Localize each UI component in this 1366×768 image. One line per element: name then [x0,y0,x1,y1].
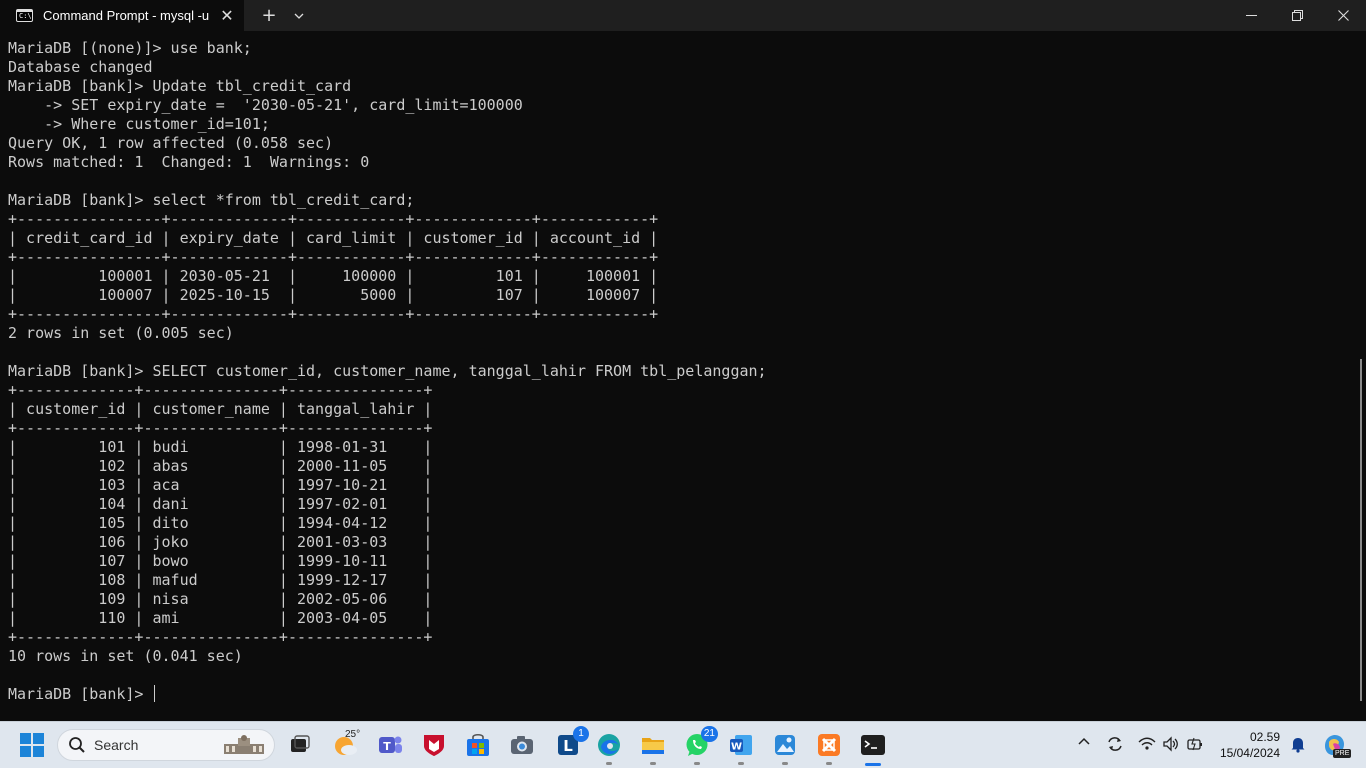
search-label: Search [94,737,139,753]
whatsapp-badge: 21 [700,726,718,742]
file-explorer-running-indicator [650,762,656,765]
close-window-button[interactable] [1320,0,1366,31]
terminal-line: | customer_id | customer_name | tanggal_… [8,400,433,418]
terminal-line: 2 rows in set (0.005 sec) [8,324,234,342]
terminal-line: | 101 | budi | 1998-01-31 | [8,438,433,456]
word-running-indicator [738,762,744,765]
taskbar-clock[interactable]: 02.59 15/04/2024 [1218,729,1280,761]
terminal-line: | credit_card_id | expiry_date | card_li… [8,229,659,247]
terminal-line: -> SET expiry_date = '2030-05-21', card_… [8,96,523,114]
battery-icon[interactable] [1186,735,1204,755]
wifi-icon[interactable] [1138,735,1156,755]
terminal-output[interactable]: MariaDB [(none)]> use bank; Database chan… [0,31,1366,721]
terminal-line: | 100007 | 2025-10-15 | 5000 | 107 | 100… [8,286,659,304]
photos-icon[interactable] [772,732,798,765]
volume-icon[interactable] [1162,735,1180,755]
terminal-line: | 106 | joko | 2001-03-03 | [8,533,433,551]
terminal-line: | 100001 | 2030-05-21 | 100000 | 101 | 1… [8,267,659,285]
search-highlight-building-icon [224,735,264,754]
taskbar-search-box[interactable]: Search [57,729,275,761]
clock-time: 02.59 [1249,730,1280,744]
svg-text:W: W [731,742,742,753]
terminal-active-indicator [865,763,881,766]
chevron-down-icon[interactable] [284,0,314,31]
outlook-badge: 1 [573,726,589,742]
mcafee-icon[interactable] [421,732,447,758]
copilot-preview-tag: PRE [1333,749,1352,758]
file-explorer-icon[interactable] [640,732,666,765]
terminal-line: | 108 | mafud | 1999-12-17 | [8,571,433,589]
whatsapp-running-indicator [694,762,700,765]
tab-title: Command Prompt - mysql -u [43,8,210,23]
restore-button[interactable] [1274,0,1320,31]
terminal-line: MariaDB [bank]> Update tbl_credit_card [8,77,352,95]
store-icon[interactable] [465,732,491,758]
terminal-line: +-------------+---------------+---------… [8,419,433,437]
terminal-line: | 103 | aca | 1997-10-21 | [8,476,433,494]
vertical-scrollbar[interactable] [1360,359,1362,701]
camera-icon[interactable] [509,732,535,758]
terminal-line: MariaDB [bank]> SELECT customer_id, cust… [8,362,767,380]
sync-icon[interactable] [1106,735,1124,755]
word-icon[interactable]: W [728,732,754,765]
clock-date: 15/04/2024 [1219,746,1280,760]
terminal-line: MariaDB [(none)]> use bank; [8,39,252,57]
terminal-line: +-------------+---------------+---------… [8,381,433,399]
terminal-line: | 102 | abas | 2000-11-05 | [8,457,433,475]
close-icon [1337,10,1349,21]
minimize-icon [1245,15,1257,16]
restore-icon [1291,10,1303,21]
taskbar: Search 25° T L 1 21 W 02.59 15/04/2024 P… [0,721,1366,768]
terminal-tab[interactable]: C:\ Command Prompt - mysql -u ✕ [0,0,244,31]
xampp-running-indicator [826,762,832,765]
edge-icon[interactable] [596,732,622,765]
terminal-line: +----------------+-------------+--------… [8,248,659,266]
tab-icon-text: C:\ [19,12,32,20]
start-icon[interactable] [20,733,44,757]
title-bar: C:\ Command Prompt - mysql -u ✕ + [0,0,1366,31]
terminal-line: | 107 | bowo | 1999-10-11 | [8,552,433,570]
terminal-lines: MariaDB [(none)]> use bank; Database chan… [8,39,767,666]
bell-icon[interactable] [1289,735,1307,755]
terminal-line: | 109 | nisa | 2002-05-06 | [8,590,433,608]
photos-running-indicator [782,762,788,765]
whatsapp-icon[interactable]: 21 [684,726,718,765]
terminal-line: 10 rows in set (0.041 sec) [8,647,243,665]
svg-text:T: T [383,740,391,753]
terminal-line: Database changed [8,58,153,76]
tab-close-icon[interactable]: ✕ [214,6,240,25]
terminal-line: | 104 | dani | 1997-02-01 | [8,495,433,513]
minimize-button[interactable] [1228,0,1274,31]
search-icon [69,737,85,753]
chevron-up-icon[interactable] [1075,735,1093,755]
terminal-prompt-line[interactable]: MariaDB [bank]> [8,685,155,704]
terminal-line: Query OK, 1 row affected (0.058 sec) [8,134,334,152]
svg-text:L: L [563,737,573,755]
terminal-line: +-------------+---------------+---------… [8,628,433,646]
terminal-line: | 110 | ami | 2003-04-05 | [8,609,433,627]
text-cursor [153,685,155,702]
new-tab-button[interactable]: + [254,0,284,31]
xampp-icon[interactable] [816,732,842,765]
command-prompt-icon: C:\ [16,9,33,22]
terminal-line: Rows matched: 1 Changed: 1 Warnings: 0 [8,153,370,171]
terminal-line: -> Where customer_id=101; [8,115,270,133]
terminal-line: MariaDB [bank]> select *from tbl_credit_… [8,191,415,209]
copilot-icon[interactable]: PRE [1321,732,1352,758]
edge-running-indicator [606,762,612,765]
weather-temperature: 25° [345,729,361,740]
terminal-icon[interactable] [860,732,886,766]
teams-icon[interactable]: T [377,732,403,758]
outlook-icon[interactable]: L 1 [555,726,589,758]
task-view-icon[interactable] [287,732,313,758]
terminal-line: +----------------+-------------+--------… [8,305,659,323]
terminal-prompt: MariaDB [bank]> [8,685,153,703]
terminal-line: +----------------+-------------+--------… [8,210,659,228]
terminal-line: | 105 | dito | 1994-04-12 | [8,514,433,532]
